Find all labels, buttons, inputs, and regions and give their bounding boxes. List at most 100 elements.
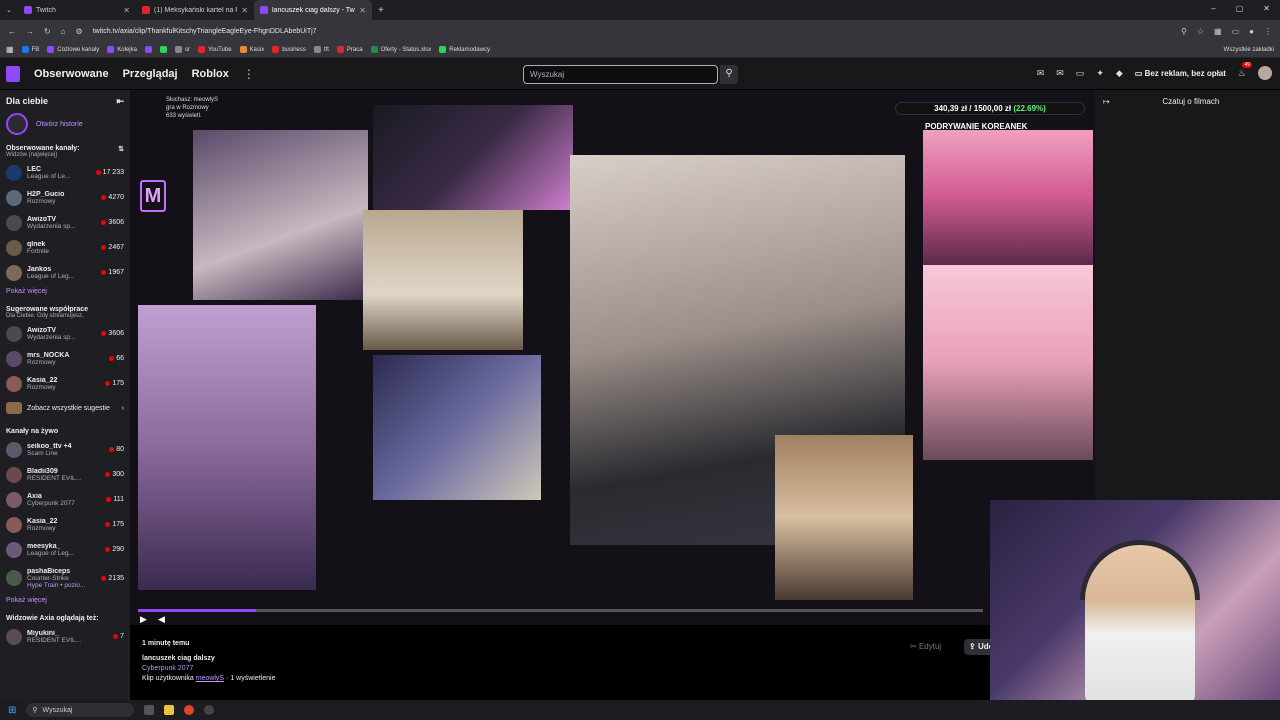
inbox-icon[interactable]: ✉	[1037, 68, 1045, 79]
bits-icon[interactable]: ◆	[1116, 68, 1123, 79]
home-icon[interactable]: ⌂	[61, 27, 66, 36]
all-bookmarks[interactable]: Wszystkie zakładki	[1224, 47, 1274, 53]
more-menu-icon[interactable]: ⋮	[243, 67, 255, 81]
notifications-icon[interactable]: ♨ 49	[1238, 61, 1252, 79]
sidebar-channel[interactable]: LEC League of Le... 17 233	[0, 160, 130, 185]
close-tab-icon[interactable]: ✕	[123, 6, 130, 15]
bookmark-item[interactable]: tft	[313, 46, 329, 53]
reload-icon[interactable]: ↻	[44, 27, 51, 36]
maximize-icon[interactable]: ▢	[1236, 4, 1244, 13]
obs-icon[interactable]	[204, 705, 215, 715]
bookmark-item[interactable]: Kasix	[239, 46, 264, 53]
site-info-icon[interactable]: ⚙	[76, 27, 83, 36]
sidebar-channel[interactable]: Axia Cyberpunk 2077 111	[0, 487, 130, 512]
sort-icon[interactable]: ⇅	[118, 145, 124, 158]
clip-game-link[interactable]: Cyberpunk 2077	[142, 665, 275, 672]
chat-icon[interactable]: ▭	[1076, 68, 1085, 79]
see-all-label: Zobacz wszystkie sugestie	[27, 404, 110, 412]
close-tab-icon[interactable]: ✕	[359, 6, 366, 15]
close-window-icon[interactable]: ✕	[1263, 4, 1270, 13]
nav-browse[interactable]: Przeglądaj	[123, 68, 178, 80]
twitch-icon	[24, 6, 32, 14]
sidebar-channel[interactable]: qlnek Fortnite 2467	[0, 235, 130, 260]
sidebar-channel[interactable]: Miyukini_ RESIDENT EVIL... 7	[0, 624, 130, 649]
file-explorer-icon[interactable]	[164, 705, 175, 715]
browser-tab[interactable]: lancuszek ciag dalszy - Twitch✕	[254, 0, 372, 20]
sidebar-channel[interactable]: meesyka_ League of Leg... 290	[0, 537, 130, 562]
clip-author-link[interactable]: meowlyS	[196, 675, 224, 682]
profile-icon[interactable]: ●	[1249, 27, 1254, 36]
history-link[interactable]: Otwórz historie	[0, 111, 130, 137]
new-tab-button[interactable]: +	[378, 5, 384, 16]
nav-roblox[interactable]: Roblox	[192, 68, 229, 80]
url-field[interactable]: twitch.tv/axia/clip/ThankfulKitschyTrian…	[93, 28, 1171, 35]
play-icon[interactable]: ▶	[140, 614, 147, 625]
bookmark-item[interactable]: FB	[21, 46, 39, 53]
sidebar-channel[interactable]: AwizoTV Wydarzenia sp... 3606	[0, 321, 130, 346]
minimize-icon[interactable]: –	[1211, 4, 1215, 13]
browser-tab[interactable]: Twitch ✕	[18, 0, 136, 20]
show-more-followed[interactable]: Pokaż więcej	[0, 285, 130, 298]
bookmark-star-icon[interactable]: ☆	[1197, 27, 1204, 36]
windows-start-icon[interactable]: ⊞	[8, 705, 16, 716]
zoom-icon[interactable]: ⚲	[1181, 27, 1187, 36]
bookmark-label: tft	[323, 46, 329, 53]
chrome-icon[interactable]	[184, 705, 195, 715]
expand-chat-icon[interactable]: ↦	[1103, 97, 1110, 106]
forward-icon[interactable]: →	[26, 27, 34, 36]
sidebar-channel[interactable]: Kasia_22 Rozmowy 175	[0, 512, 130, 537]
bookmark-item[interactable]: business	[272, 46, 306, 53]
bookmark-item[interactable]: Oferty - Status.xlsx	[370, 46, 431, 53]
sidepanel-icon[interactable]: ▭	[1232, 27, 1240, 36]
bookmark-item[interactable]: Cozlowe kanaly	[47, 46, 99, 53]
channel-avatar	[6, 375, 22, 392]
clip-video[interactable]: M Słuchasz: meowlyS gra w Rozmowy 633 wy…	[130, 90, 1095, 625]
extensions-icon[interactable]: ▦	[1214, 27, 1222, 36]
search-button[interactable]: ⚲	[720, 65, 738, 84]
channel-avatar	[6, 541, 22, 558]
channel-info: pashaBiceps Counter-Strike Hype Train • po…	[27, 568, 96, 589]
sidebar-channel[interactable]: Bladii309 RESIDENT EVIL... 300	[0, 462, 130, 487]
browser-menu-icon[interactable]: ⋮	[1264, 27, 1272, 36]
bookmark-item[interactable]: YouTube	[197, 46, 232, 53]
channel-name: Jankos	[27, 265, 52, 273]
sidebar-channel[interactable]: H2P_Gucio Rozmowy 4270	[0, 185, 130, 210]
search-input[interactable]: Wyszukaj	[523, 65, 718, 84]
sidebar-channel[interactable]: Jankos League of Leg... 1967	[0, 260, 130, 285]
volume-icon[interactable]: ◀	[158, 614, 165, 625]
sidebar-channel[interactable]: pashaBiceps Counter-Strike Hype Train • po…	[0, 562, 130, 594]
whispers-icon[interactable]: ✉	[1056, 68, 1064, 79]
no-ads-button[interactable]: ▭ Bez reklam, bez opłat	[1135, 69, 1226, 78]
progress-bar[interactable]	[138, 609, 983, 612]
sidebar-channel[interactable]: mrs_NOCKA Rozmowy 66	[0, 346, 130, 371]
bookmark-item[interactable]: Praca	[336, 46, 363, 53]
sidebar-channel[interactable]: Kasia_22 Rozmowy 175	[0, 371, 130, 396]
nav-following[interactable]: Obserwowane	[34, 68, 109, 80]
bookmark-item[interactable]	[159, 46, 167, 53]
task-view-icon[interactable]	[144, 705, 155, 715]
twitch-logo-icon[interactable]	[6, 65, 20, 82]
see-all-suggestions[interactable]: Zobacz wszystkie sugestie ›	[0, 396, 130, 420]
back-icon[interactable]: ←	[8, 27, 16, 36]
channel-info: Miyukini_ RESIDENT EVIL...	[27, 630, 108, 644]
sidebar-channel[interactable]: seikoo_ttv +4 Scam Line 80	[0, 437, 130, 462]
bookmark-item[interactable]: Reklamodawcy	[439, 46, 490, 53]
main-content: M Słuchasz: meowlyS gra w Rozmowy 633 wy…	[130, 90, 1095, 700]
apps-icon[interactable]: ▦	[6, 45, 14, 54]
close-tab-icon[interactable]: ✕	[241, 6, 248, 15]
bookmark-item[interactable]: Kolejka	[107, 46, 137, 53]
bookmark-icon	[336, 46, 344, 53]
user-avatar[interactable]	[1258, 66, 1272, 80]
sidebar-channel[interactable]: AwizoTV Wydarzenia sp... 3606	[0, 210, 130, 235]
taskbar-search[interactable]: ⚲ Wyszukaj	[26, 703, 135, 717]
bookmark-item[interactable]: sr	[174, 46, 190, 53]
edit-button[interactable]: ✂ Edytuj	[910, 642, 941, 651]
tab-menu-icon[interactable]: ⌄	[0, 6, 18, 14]
bookmark-icon	[313, 46, 321, 53]
clip-title: lancuszek ciag dalszy	[142, 655, 215, 662]
gaming-icon[interactable]: ✦	[1096, 68, 1104, 79]
browser-tab[interactable]: (1) Meksykański kartel na Podla ✕	[136, 0, 254, 20]
show-more-live[interactable]: Pokaż więcej	[0, 594, 130, 607]
bookmark-item[interactable]	[144, 46, 152, 53]
collapse-sidebar-icon[interactable]: ⇤	[116, 96, 124, 107]
